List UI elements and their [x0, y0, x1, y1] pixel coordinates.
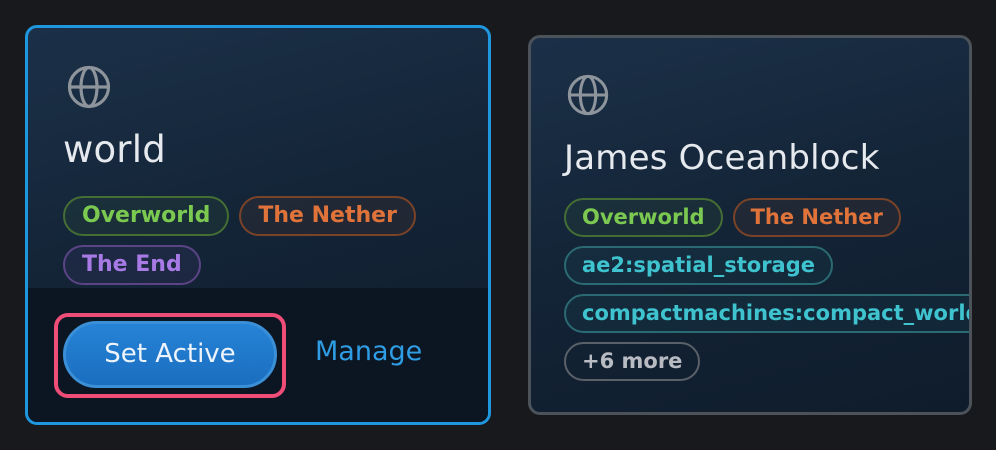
world-title: James Oceanblock [564, 138, 880, 178]
dimension-tags: Overworld The Nether The End [63, 196, 463, 285]
tag-the-nether: The Nether [239, 196, 416, 236]
more-tags-badge[interactable]: +6 more [564, 342, 701, 381]
world-card[interactable]: world Overworld The Nether The End Set A… [25, 25, 491, 425]
dimension-tags: Overworld The Nether ae2:spatial_storage… [564, 198, 969, 381]
tag-overworld: Overworld [63, 196, 230, 236]
world-title: world [63, 128, 166, 171]
tag-ae2-spatial-storage: ae2:spatial_storage [564, 246, 833, 285]
globe-icon [67, 65, 111, 109]
manage-link[interactable]: Manage [315, 336, 422, 367]
tag-the-end: The End [63, 245, 201, 285]
tag-overworld: Overworld [564, 198, 723, 237]
tag-the-nether: The Nether [732, 198, 901, 237]
set-active-button[interactable]: Set Active [63, 321, 277, 388]
tag-compact-world: compactmachines:compact_world [564, 294, 969, 333]
globe-icon [567, 74, 609, 116]
james-oceanblock-card[interactable]: James Oceanblock Overworld The Nether ae… [528, 35, 972, 415]
card-footer: Set Active Manage [28, 288, 488, 422]
